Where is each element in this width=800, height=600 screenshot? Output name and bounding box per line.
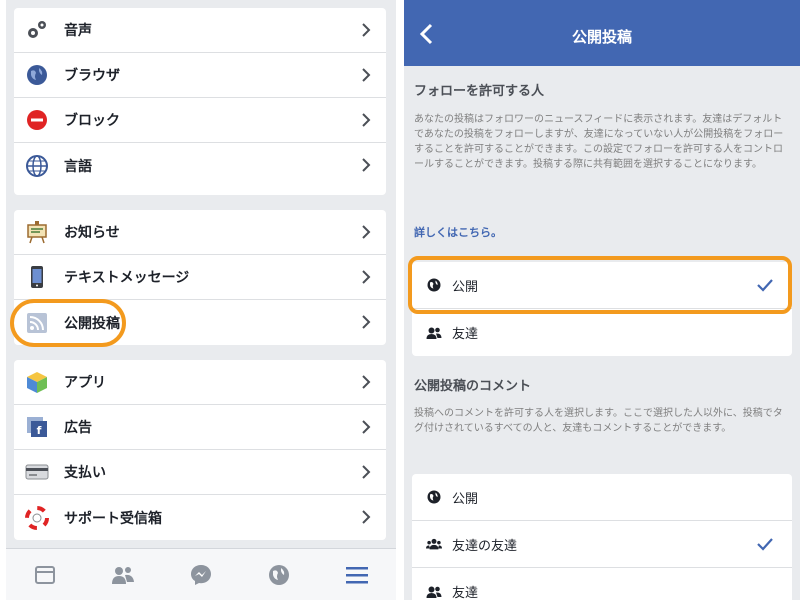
lifebuoy-icon xyxy=(24,505,50,531)
chevron-right-icon xyxy=(362,158,371,172)
settings-item-browser[interactable]: ブラウザ xyxy=(14,53,386,98)
settings-group-apps: アプリ f 広告 支払い サポート受信箱 xyxy=(14,360,386,540)
settings-item-text-messages[interactable]: テキストメッセージ xyxy=(14,255,386,300)
chevron-right-icon xyxy=(362,68,371,82)
highlight-circle-public-posts xyxy=(10,299,126,347)
option-label: 友達 xyxy=(452,327,479,342)
option-friends[interactable]: 友達 xyxy=(412,568,792,600)
friends-icon xyxy=(426,325,442,341)
navigation-bar: 公開投稿 xyxy=(404,0,800,66)
page-title: 公開投稿 xyxy=(571,28,632,46)
bottom-tab-bar xyxy=(6,548,396,600)
settings-item-payments[interactable]: 支払い xyxy=(14,450,386,495)
settings-item-label: ブラウザ xyxy=(64,68,120,84)
phone-message-icon xyxy=(24,264,50,290)
globe-icon[interactable] xyxy=(259,555,299,595)
settings-item-label: 支払い xyxy=(64,465,106,481)
settings-item-label: ブロック xyxy=(64,113,120,129)
news-feed-icon[interactable] xyxy=(25,555,65,595)
ads-icon: f xyxy=(24,414,50,440)
browser-globe-icon xyxy=(24,62,50,88)
option-label: 友達の友達 xyxy=(452,538,518,554)
option-label: 友達 xyxy=(452,586,479,600)
settings-item-language[interactable]: 言語 xyxy=(14,143,386,188)
option-label: 公開 xyxy=(452,491,479,507)
option-friends-of-friends[interactable]: 友達の友達 xyxy=(412,521,792,568)
menu-icon[interactable] xyxy=(337,555,377,595)
section-title-comments: 公開投稿のコメント xyxy=(414,379,532,394)
settings-item-apps[interactable]: アプリ xyxy=(14,360,386,405)
chevron-right-icon xyxy=(362,510,371,524)
chevron-right-icon xyxy=(362,315,371,329)
credit-card-icon xyxy=(24,459,50,485)
notification-board-icon xyxy=(24,219,50,245)
globe-icon xyxy=(426,489,442,505)
friends-of-friends-icon xyxy=(426,536,442,552)
settings-item-label: 音声 xyxy=(64,23,92,39)
comment-permission-options: 公開 友達の友達 友達 xyxy=(412,474,792,600)
settings-item-label: アプリ xyxy=(64,375,106,391)
chevron-right-icon xyxy=(362,420,371,434)
settings-item-block[interactable]: ブロック xyxy=(14,98,386,143)
chevron-right-icon xyxy=(362,225,371,239)
svg-text:f: f xyxy=(37,424,42,437)
learn-more-link[interactable]: 詳しくはこちら。 xyxy=(414,224,502,240)
settings-item-label: お知らせ xyxy=(64,225,120,241)
screen-divider xyxy=(396,0,404,600)
messenger-icon[interactable] xyxy=(181,555,221,595)
chevron-right-icon xyxy=(362,23,371,37)
sound-gear-icon xyxy=(24,17,50,43)
section-description-followers: あなたの投稿はフォロワーのニュースフィードに表示されます。友達はデフォルトであな… xyxy=(414,114,784,170)
settings-item-support-inbox[interactable]: サポート受信箱 xyxy=(14,495,386,540)
block-icon xyxy=(24,107,50,133)
section-title-followers: フォローを許可する人 xyxy=(414,84,545,99)
chevron-right-icon xyxy=(362,113,371,127)
settings-item-label: 広告 xyxy=(64,420,92,436)
friends-icon[interactable] xyxy=(103,555,143,595)
settings-item-ads[interactable]: f 広告 xyxy=(14,405,386,450)
settings-group-general: 音声 ブラウザ ブロック 言語 xyxy=(14,8,386,195)
checkmark-icon xyxy=(757,538,773,551)
app-cube-icon xyxy=(24,369,50,395)
settings-item-label: テキストメッセージ xyxy=(64,270,190,286)
highlight-box-public-option xyxy=(408,256,792,314)
settings-item-sound[interactable]: 音声 xyxy=(14,8,386,53)
settings-item-notifications[interactable]: お知らせ xyxy=(14,210,386,255)
option-public[interactable]: 公開 xyxy=(412,474,792,521)
section-description-comments: 投稿へのコメントを許可する人を選択します。ここで選択した人以外に、投稿でタグ付け… xyxy=(414,408,783,434)
option-friends[interactable]: 友達 xyxy=(412,309,792,356)
chevron-right-icon xyxy=(362,375,371,389)
chevron-right-icon xyxy=(362,270,371,284)
friends-icon xyxy=(426,584,442,600)
settings-item-label: 言語 xyxy=(64,158,92,175)
language-globe-icon xyxy=(24,153,50,179)
settings-item-label: サポート受信箱 xyxy=(64,510,162,527)
chevron-right-icon xyxy=(362,465,371,479)
